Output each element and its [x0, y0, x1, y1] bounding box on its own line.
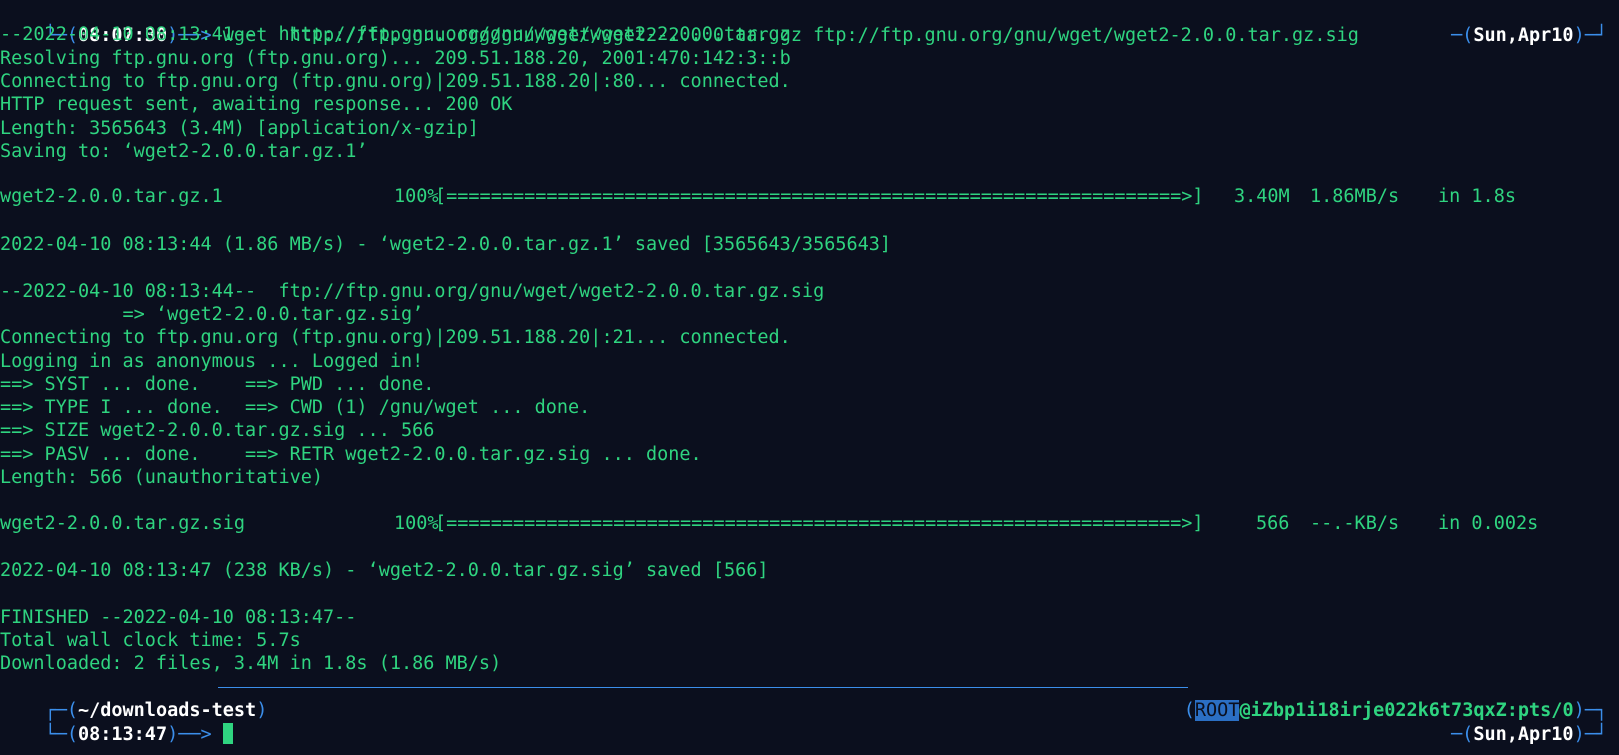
progress-speed: 1.86MB/s [1310, 186, 1400, 207]
text-cursor[interactable] [222, 723, 233, 744]
progress-percent: 100% [394, 186, 439, 207]
progress-bar: [=======================================… [435, 513, 1204, 534]
output-line: Downloaded: 2 files, 3.4M in 1.8s (1.86 … [0, 653, 502, 675]
progress-percent: 100% [394, 513, 439, 534]
prompt-line-top: └─(08:07:30)──> wget http://ftp.gnu.org/… [0, 0, 1359, 46]
progress-filename: wget2-2.0.0.tar.gz.sig [0, 513, 246, 534]
terminal-window[interactable]: └─(08:07:30)──> wget http://ftp.gnu.org/… [0, 0, 1619, 755]
progress-time: in 1.8s [1438, 186, 1516, 207]
progress-time: in 0.002s [1438, 513, 1539, 534]
output-line: ==> TYPE I ... done. ==> CWD (1) /gnu/wg… [0, 397, 591, 419]
output-line: => ‘wget2-2.0.0.tar.gz.sig’ [0, 303, 424, 325]
output-line: 2022-04-10 08:13:44 (1.86 MB/s) - ‘wget2… [0, 234, 892, 255]
output-line: --2022-04-10 08:13:41-- http://ftp.gnu.o… [0, 24, 791, 46]
prompt-frame-corner: └─( [44, 724, 78, 745]
prompt-time: 08:13:47 [77, 724, 168, 745]
prompt-date-top: ─(Sun,Apr10)─┘ [1451, 25, 1607, 46]
prompt-frame-close: ) [256, 700, 268, 721]
prompt-user-host: (ROOT@iZbp1i18irje022k6t73qxZ:pts/0)─┐ [1183, 700, 1607, 721]
output-line: FINISHED --2022-04-10 08:13:47-- [0, 606, 357, 628]
output-line: ==> PASV ... done. ==> RETR wget2-2.0.0.… [0, 443, 702, 465]
progress-size: 3.40M [1234, 186, 1290, 207]
progress-size: 566 [1256, 513, 1290, 534]
output-line: HTTP request sent, awaiting response... … [0, 94, 513, 116]
progress-speed: --.-KB/s [1310, 513, 1400, 534]
output-line: Connecting to ftp.gnu.org (ftp.gnu.org)|… [0, 327, 791, 349]
output-line: Connecting to ftp.gnu.org (ftp.gnu.org)|… [0, 70, 791, 92]
progress-filename: wget2-2.0.0.tar.gz.1 [0, 186, 223, 207]
prompt-rule [218, 687, 1188, 688]
prompt-line-input[interactable]: └─(08:13:47)──> [0, 699, 233, 745]
output-line: Length: 566 (unauthoritative) [0, 467, 324, 488]
output-line: --2022-04-10 08:13:44-- ftp://ftp.gnu.or… [0, 280, 825, 302]
output-line: ==> SIZE wget2-2.0.0.tar.gz.sig ... 566 [0, 420, 435, 442]
progress-bar: [=======================================… [435, 186, 1204, 207]
output-line: Logging in as anonymous ... Logged in! [0, 350, 424, 372]
output-line: Saving to: ‘wget2-2.0.0.tar.gz.1’ [0, 140, 368, 162]
output-line: ==> SYST ... done. ==> PWD ... done. [0, 373, 435, 395]
output-line: 2022-04-10 08:13:47 (238 KB/s) - ‘wget2-… [0, 560, 769, 582]
user-highlight: ROOT [1194, 700, 1240, 721]
output-line: Resolving ftp.gnu.org (ftp.gnu.org)... 2… [0, 47, 791, 69]
output-line: Total wall clock time: 5.7s [0, 630, 301, 652]
prompt-frame-close: )──> [167, 724, 223, 745]
prompt-date-bottom: ─(Sun,Apr10)─┘ [1451, 724, 1607, 745]
output-line: Length: 3565643 (3.4M) [application/x-gz… [0, 117, 479, 139]
